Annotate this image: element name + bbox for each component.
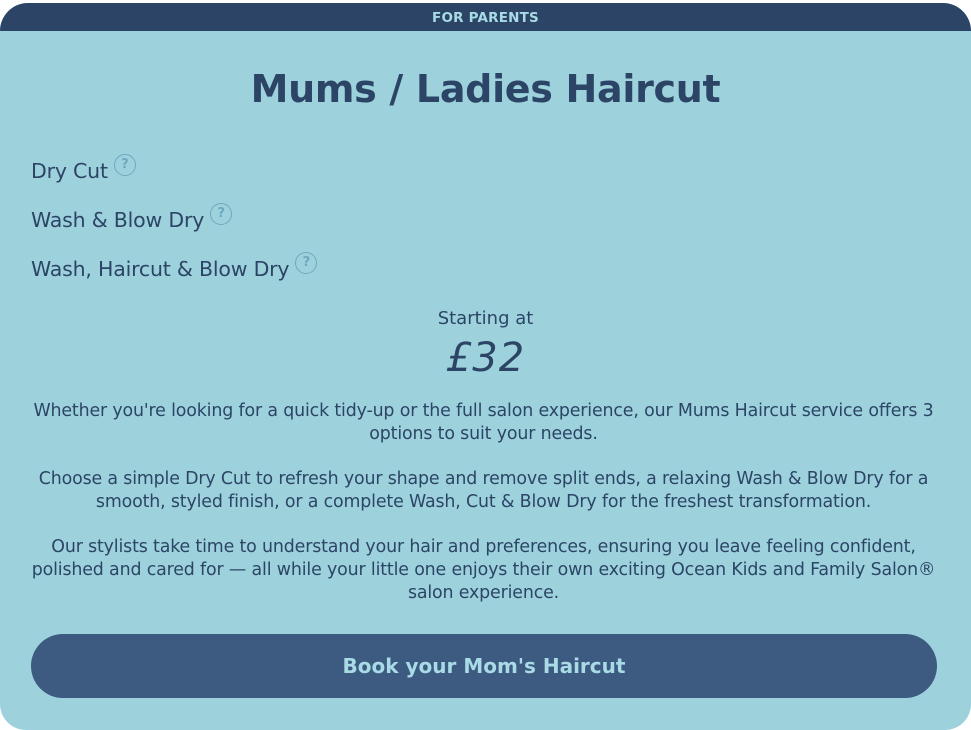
price-value: £32 (445, 335, 526, 381)
service-option-wash-blow-dry: Wash & Blow Dry ? (31, 193, 317, 242)
description-paragraph: Choose a simple Dry Cut to refresh your … (38, 469, 929, 512)
starting-at-label: Starting at (437, 308, 534, 329)
audience-banner: FOR PARENTS (0, 3, 971, 31)
service-title: Mums / Ladies Haircut (250, 67, 721, 111)
book-haircut-button[interactable]: Book your Mom's Haircut (31, 634, 937, 698)
description-paragraph: Our stylists take time to understand you… (31, 537, 936, 603)
service-option-wash-haircut-blow-dry: Wash, Haircut & Blow Dry ? (31, 242, 318, 291)
description-paragraph: Whether you're looking for a quick tidy-… (33, 401, 934, 444)
question-icon[interactable]: ? (113, 153, 136, 176)
service-card: FOR PARENTS Mums / Ladies Haircut Dry Cu… (0, 3, 971, 730)
service-options-list: Dry Cut ? Wash & Blow Dry ? Wash, Haircu… (31, 144, 318, 291)
question-icon[interactable]: ? (210, 202, 233, 225)
option-label: Wash, Haircut & Blow Dry (31, 256, 290, 281)
option-label: Dry Cut (31, 158, 108, 183)
service-option-dry-cut: Dry Cut ? (31, 144, 317, 193)
question-icon[interactable]: ? (295, 251, 318, 274)
option-label: Wash & Blow Dry (31, 207, 205, 232)
